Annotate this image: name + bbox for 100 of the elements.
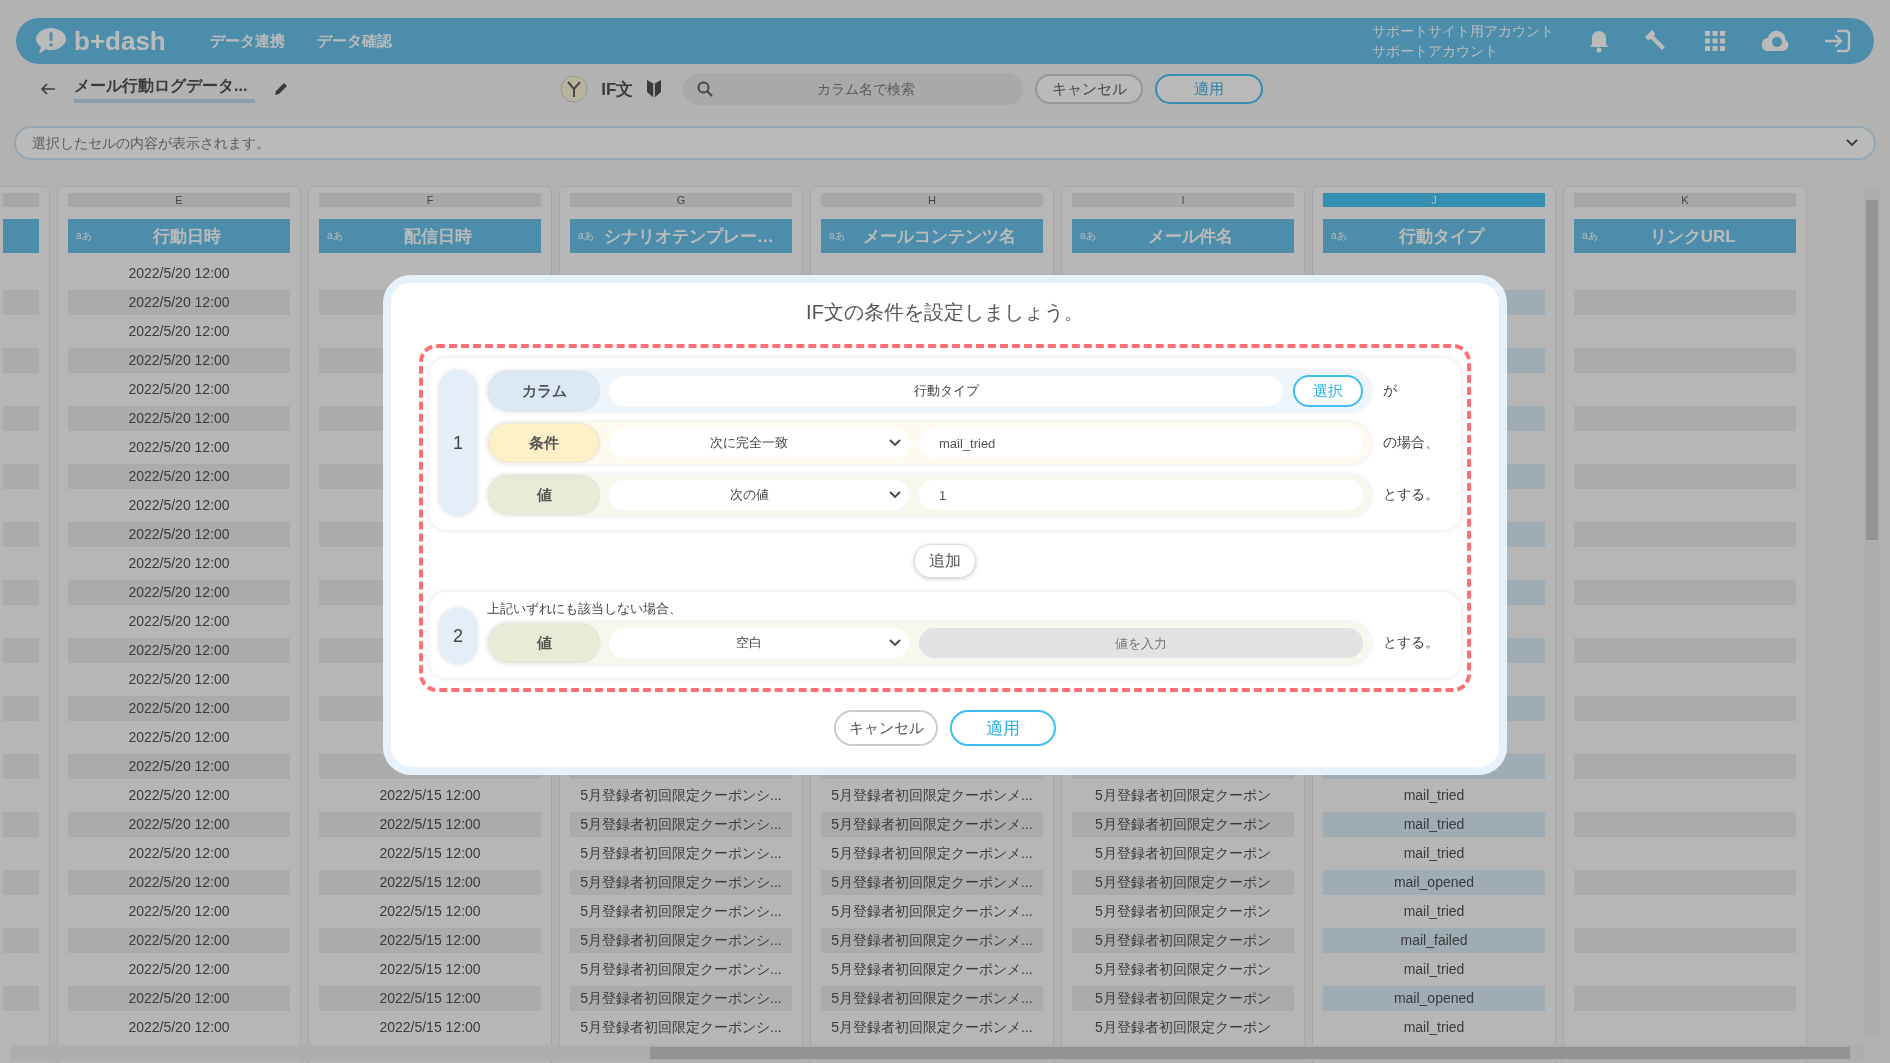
table-cell: mail_opened xyxy=(1323,986,1545,1011)
table-cell: 5月登録者初回限定クーポンメ... xyxy=(821,812,1043,837)
table-cell-text: 5月登録者初回限定クーポン xyxy=(1094,902,1272,921)
table-cell: mail_failed xyxy=(1323,928,1545,953)
table-cell: 2022/5/20 12:00 xyxy=(68,290,290,315)
table-cell: 2022/5/15 12:00 xyxy=(319,812,541,837)
table-cell: 2022/5/20 12:00 xyxy=(68,696,290,721)
add-button[interactable]: 追加 xyxy=(914,544,976,578)
table-cell: 5月登録者初回限定クーポンメ... xyxy=(821,928,1043,953)
logout-icon[interactable] xyxy=(1824,28,1852,54)
else-note: 上記いずれにも該当しない場合、 xyxy=(487,600,683,618)
table-cell-text: 2022/5/15 12:00 xyxy=(378,844,482,863)
table-cell-text: mail_tried xyxy=(1402,1018,1466,1037)
column-header[interactable]: aあ 配信日時 xyxy=(319,219,541,253)
table-cell: 5月登録者初回限定クーポン xyxy=(1072,986,1294,1011)
column-header[interactable]: aあ メールコンテンツ名 xyxy=(821,219,1043,253)
mode-label: IF文 xyxy=(601,78,634,101)
table-cell: 2022/5/20 12:00 xyxy=(68,406,290,431)
value-input[interactable]: 1 xyxy=(919,480,1363,510)
cell-content-field[interactable]: 選択したセルの内容が表示されます。 xyxy=(14,126,1876,160)
table-cell-text: 2022/5/20 12:00 xyxy=(127,264,231,283)
table-cell: 2022/5/20 12:00 xyxy=(68,522,290,547)
table-cell: 2022/5/20 12:00 xyxy=(68,754,290,779)
column-letter[interactable]: H xyxy=(821,193,1043,207)
bell-icon[interactable] xyxy=(1588,29,1610,53)
table-cell: 5月登録者初回限定クーポン xyxy=(1072,928,1294,953)
row-label: 値 xyxy=(489,476,599,514)
toolbar-button[interactable]: 適用 xyxy=(1155,74,1264,104)
table-cell: 2022/5/20 12:00 xyxy=(68,638,290,663)
table-cell-text: mail_tried xyxy=(1402,786,1466,805)
table-cell-text: 2022/5/15 12:00 xyxy=(378,902,482,921)
table-cell-text: 2022/5/20 12:00 xyxy=(127,380,231,399)
table-cell-text: 2022/5/20 12:00 xyxy=(127,612,231,631)
vertical-scrollbar[interactable] xyxy=(1864,186,1880,1036)
table-cell: mail_opened xyxy=(1323,870,1545,895)
table-cell-text: 5月登録者初回限定クーポンメ... xyxy=(830,960,1034,979)
column-letter[interactable]: F xyxy=(319,193,541,207)
column-letter[interactable]: G xyxy=(570,193,792,207)
table-cell: 2022/5/20 12:00 xyxy=(68,348,290,373)
search-icon xyxy=(697,81,714,97)
column-header-text: メール件名 xyxy=(1147,225,1235,248)
column-header[interactable]: aあ リンクURL xyxy=(1574,219,1796,253)
branch-icon[interactable] xyxy=(559,74,590,104)
table-cell: 5月登録者初回限定クーポンメ... xyxy=(821,870,1043,895)
search-field[interactable]: カラム名で検索 xyxy=(683,73,1024,105)
shield-icon[interactable] xyxy=(645,78,664,100)
row-suffix: の場合、 xyxy=(1383,434,1440,452)
table-cell: 2022/5/15 12:00 xyxy=(319,870,541,895)
dropdown[interactable]: 次に完全一致 xyxy=(609,428,909,458)
grid-icon[interactable] xyxy=(1704,30,1726,52)
pencil-icon[interactable] xyxy=(273,81,290,97)
column-letter[interactable]: E xyxy=(68,193,290,207)
table-cell-text: 2022/5/20 12:00 xyxy=(127,728,231,747)
table-cell-text: 2022/5/20 12:00 xyxy=(127,844,231,863)
table-cell: 5月登録者初回限定クーポン xyxy=(1072,870,1294,895)
select-button[interactable]: 選択 xyxy=(1293,375,1363,407)
toolbar-button[interactable]: キャンセル xyxy=(1035,74,1144,104)
value-input[interactable]: mail_tried xyxy=(919,428,1363,458)
dialog-button[interactable]: 適用 xyxy=(950,710,1056,746)
condition-number: 2 xyxy=(439,608,477,664)
column-value: 行動タイプ xyxy=(609,376,1283,406)
table-cell: 5月登録者初回限定クーポン xyxy=(1072,812,1294,837)
column-header[interactable]: aあ シナリオテンプレー… xyxy=(570,219,792,253)
table-cell: 2022/5/20 12:00 xyxy=(68,986,290,1011)
table-cell-text: 2022/5/20 12:00 xyxy=(127,1018,231,1037)
column-header[interactable]: aあ 行動タイプ xyxy=(1323,219,1545,253)
document-title[interactable]: メール行動ログデータ... xyxy=(74,75,256,103)
column-letter[interactable]: K xyxy=(1574,193,1796,207)
table-cell-text: mail_tried xyxy=(1402,844,1466,863)
type-label: aあ xyxy=(327,229,343,243)
type-label: aあ xyxy=(829,229,845,243)
table-cell: 5月登録者初回限定クーポンシ... xyxy=(570,928,792,953)
row-suffix: とする。 xyxy=(1383,486,1440,504)
table-cell-text: 2022/5/20 12:00 xyxy=(127,960,231,979)
table-cell-text: 5月登録者初回限定クーポン xyxy=(1094,1018,1272,1037)
table-cell-text: 2022/5/20 12:00 xyxy=(127,670,231,689)
table-cell-text: 5月登録者初回限定クーポンメ... xyxy=(830,1018,1034,1037)
table-cell-text: mail_tried xyxy=(1402,960,1466,979)
row-suffix: とする。 xyxy=(1383,634,1440,652)
table-cell: 5月登録者初回限定クーポンシ... xyxy=(570,812,792,837)
column-header-text: リンクURL xyxy=(1648,225,1737,248)
back-arrow-icon[interactable] xyxy=(40,82,56,96)
table-cell-text: 2022/5/15 12:00 xyxy=(378,960,482,979)
column-header[interactable] xyxy=(3,219,39,253)
table-cell: 2022/5/20 12:00 xyxy=(68,580,290,605)
horizontal-scrollbar[interactable] xyxy=(10,1045,1864,1061)
table-cell: mail_tried xyxy=(1323,812,1545,837)
table-cell-text: 2022/5/20 12:00 xyxy=(127,554,231,573)
table-cell-text: 2022/5/20 12:00 xyxy=(127,786,231,805)
table-cell-text: 5月登録者初回限定クーポンシ... xyxy=(579,786,783,805)
chevron-down-icon[interactable] xyxy=(1846,139,1858,147)
column-header[interactable]: aあ メール件名 xyxy=(1072,219,1294,253)
type-label: aあ xyxy=(76,229,92,243)
table-cell-text: 5月登録者初回限定クーポンメ... xyxy=(830,786,1034,805)
column-header-text: 行動タイプ xyxy=(1398,225,1486,248)
table-cell: 2022/5/20 12:00 xyxy=(68,464,290,489)
dialog-button[interactable]: キャンセル xyxy=(834,710,938,746)
row-label: 条件 xyxy=(489,424,599,462)
column-header[interactable]: aあ 行動日時 xyxy=(68,219,290,253)
dropdown[interactable]: 次の値 xyxy=(609,480,909,510)
